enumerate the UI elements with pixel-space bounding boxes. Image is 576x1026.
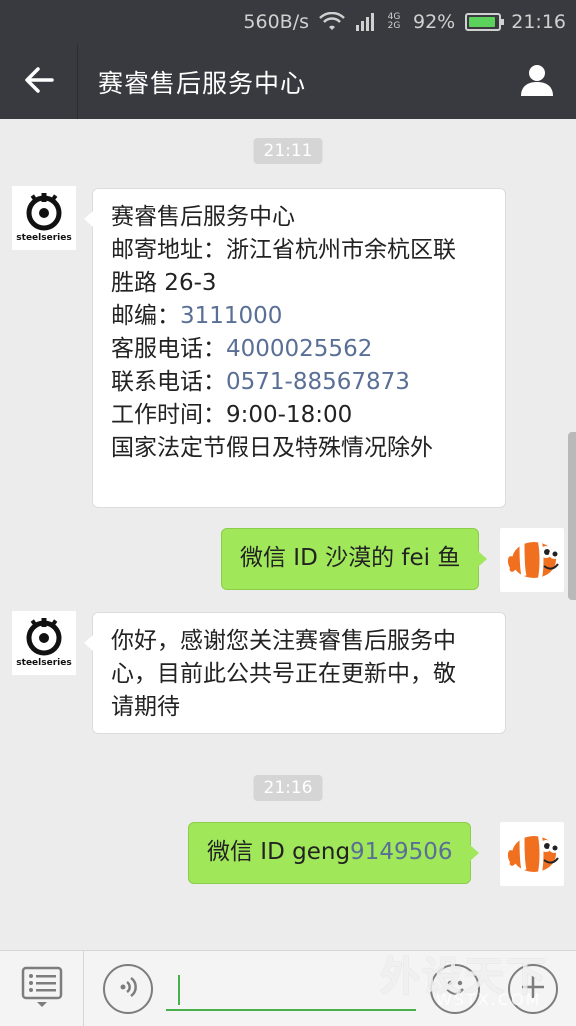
avatar-label: steelseries (16, 233, 72, 243)
net-speed: 560B/s (243, 11, 309, 33)
voice-button[interactable] (103, 964, 153, 1014)
add-button[interactable] (508, 964, 558, 1014)
network-type-icon: 4G 2G (385, 13, 403, 31)
avatar-label: steelseries (16, 658, 72, 668)
battery-percent: 92% (413, 11, 456, 33)
message-timestamp: 21:11 (253, 138, 323, 164)
message-bubble[interactable]: 你好，感谢您关注赛睿售后服务中 心，目前此公共号正在更新中，敬 请期待 (84, 612, 506, 734)
message-line: 邮寄地址：浙江省杭州市余杭区联 (111, 237, 456, 263)
status-bar: 560B/s 4G 2G 92% 21:16 (0, 0, 576, 44)
message-line: 工作时间：9:00-18:00 (111, 402, 353, 428)
message-line: 赛睿售后服务中心 (111, 204, 295, 230)
menu-list-icon (20, 965, 64, 1013)
message-text: 微信 ID geng9149506 (207, 839, 453, 865)
clock: 21:16 (511, 11, 566, 33)
avatar-self[interactable] (500, 528, 564, 592)
chat-title: 赛睿售后服务中心 (98, 68, 307, 98)
message-bubble[interactable]: 赛睿售后服务中心 邮寄地址：浙江省杭州市余杭区联 胜路 26-3 邮编：3111… (84, 188, 506, 508)
voice-icon (115, 974, 141, 1004)
message-input[interactable] (166, 967, 416, 1011)
message-bubble-outgoing[interactable]: 微信 ID geng9149506 (188, 822, 480, 884)
steelseries-logo-icon (26, 618, 62, 656)
input-bar (0, 950, 576, 1026)
wifi-icon (319, 12, 345, 32)
service-phone-link[interactable]: 4000025562 (226, 336, 372, 362)
signal-icon (355, 12, 375, 32)
emoji-button[interactable] (430, 964, 480, 1014)
postcode-link[interactable]: 3111000 (180, 303, 282, 329)
message-line: 你好，感谢您关注赛睿售后服务中 (111, 628, 456, 654)
message-line: 客服电话：4000025562 (111, 336, 373, 362)
network-type: 4G 2G (387, 12, 401, 31)
steelseries-logo-icon (26, 193, 62, 231)
plus-icon (519, 973, 547, 1005)
contact-phone-link[interactable]: 0571-88567873 (226, 369, 410, 395)
message-bubble-outgoing[interactable]: 微信 ID 沙漠的 fei 鱼 (221, 528, 488, 590)
back-button[interactable] (0, 44, 78, 119)
message-line: 邮编：3111000 (111, 303, 283, 329)
message-line: 联系电话：0571-88567873 (111, 369, 410, 395)
emoji-icon (440, 972, 470, 1006)
avatar[interactable]: steelseries (12, 186, 76, 250)
back-arrow-icon (24, 66, 54, 97)
battery-icon (465, 13, 505, 31)
message-text: 微信 ID 沙漠的 fei 鱼 (240, 545, 461, 571)
clownfish-icon (507, 541, 559, 579)
clownfish-icon (507, 835, 559, 873)
profile-button[interactable] (498, 44, 576, 119)
text-caret (178, 975, 180, 1005)
title-bar: 赛睿售后服务中心 (0, 44, 576, 119)
menu-button[interactable] (0, 951, 84, 1026)
avatar[interactable]: steelseries (12, 611, 76, 675)
message-line: 胜路 26-3 (111, 270, 217, 296)
avatar-self[interactable] (500, 822, 564, 886)
message-line: 国家法定节假日及特殊情况除外 (111, 435, 433, 461)
message-line: 心，目前此公共号正在更新中，敬 (111, 661, 456, 687)
scrollbar[interactable] (568, 432, 576, 600)
person-icon (519, 62, 555, 102)
message-line: 请期待 (111, 694, 180, 720)
wechat-id-link[interactable]: 9149506 (350, 839, 452, 865)
message-timestamp: 21:16 (253, 775, 323, 801)
